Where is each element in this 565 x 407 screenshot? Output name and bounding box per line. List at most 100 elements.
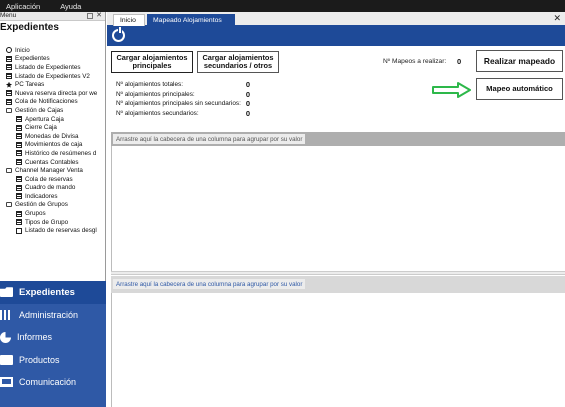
mapeo-automatico-button[interactable]: Mapeo automático [476,78,563,100]
tab-mapeado-alojamientos[interactable]: Mapeado Alojamientos [147,14,235,26]
tree-item[interactable]: Channel Manager Venta [0,166,104,175]
mapeos-label: Nº Mapeos a realizar: [383,58,447,65]
cargar-secundarios-button[interactable]: Cargar alojamientos secundarios / otros [197,51,279,73]
nav-item[interactable]: Productos [0,349,106,372]
green-arrow-icon [432,82,471,98]
tree-item-label: Grupos [25,210,46,218]
group-by-panel-1[interactable]: Arrastre aquí la cabecera de una columna… [111,132,565,146]
grid-icon [16,150,22,157]
monitor-icon [0,377,13,388]
stat-value: 0 [245,80,250,89]
tree-item[interactable]: Inicio [0,46,104,55]
stat-row: Nº alojamientos totales: 0 [116,80,250,91]
nav-item-label: Expedientes [19,286,75,298]
module-nav: Expedientes Administración Informes Product… [0,281,106,407]
group-by-hint-2: Arrastre aquí la cabecera de una columna… [113,279,306,289]
tree-item[interactable]: Cierre Caja [0,123,104,132]
tab-bar: Inicio Mapeado Alojamientos ✕ [107,12,565,26]
tree-item-label: Monedas de Divisa [25,132,79,140]
tab-inicio[interactable]: Inicio [113,14,145,26]
stat-value: 0 [245,89,250,99]
tree-item[interactable]: Movimientos de caja [0,141,104,150]
pin-icon[interactable] [87,13,93,19]
nav-item[interactable]: Expedientes [0,281,106,304]
form-header-bar [107,26,565,46]
tree-item[interactable]: Listado de Expedientes [0,63,104,72]
left-panel-header-label: Menu [0,12,17,19]
tree-item-label: Listado de Expedientes [15,63,81,71]
tree-item[interactable]: Expedientes [0,55,104,64]
pie-chart-icon [0,331,11,343]
tree-item[interactable]: Nueva reserva directa por we [0,89,104,98]
folder-icon [6,168,12,174]
tree-item[interactable]: Cuadro de mando [0,184,104,193]
grid-splitter[interactable] [111,271,565,275]
stat-label: Nº alojamientos principales: [116,90,195,98]
tree-item[interactable]: Grupos [0,209,104,218]
nav-item[interactable]: Administración [0,304,106,327]
cargar-principales-button[interactable]: Cargar alojamientos principales [111,51,193,73]
main-area: Inicio Mapeado Alojamientos ✕ Cargar alo… [107,12,565,407]
tree-item[interactable]: Cuentas Contables [0,158,104,167]
tree-item[interactable]: Apertura Caja [0,115,104,124]
mapeos-value: 0 [457,57,462,66]
close-tab-icon[interactable]: ✕ [553,13,561,24]
stat-value: 0 [245,108,250,118]
tree-item[interactable]: Cola de reservas [0,175,104,184]
grid-icon [16,116,22,123]
grid-secundarios[interactable] [111,293,565,407]
tree-item-label: Nueva reserva directa por we [15,89,98,97]
bar-chart-icon [0,309,13,320]
tree-item[interactable]: PC Tareas [0,80,104,89]
tree-item-label: Listado de reservas desgl [25,227,97,235]
nav-item[interactable]: Informes [0,326,106,349]
tree-item[interactable]: Cola de Notificaciones [0,98,104,107]
grid-icon [16,193,22,200]
tree-item-label: Listado de Expedientes V2 [15,72,90,80]
power-icon [6,47,12,54]
realizar-mapeado-button[interactable]: Realizar mapeado [476,50,563,72]
nav-item[interactable]: Comunicación [0,371,106,394]
nav-item-label: Administración [19,309,79,320]
grid-icon [6,98,12,105]
tree-item[interactable]: Listado de reservas desgl [0,226,104,235]
tree-item-label: Cola de Notificaciones [15,98,78,106]
tree-item[interactable]: Monedas de Divisa [0,132,104,141]
app-window: Aplicación Ayuda Menu ✕ Expedientes Inic… [0,0,565,407]
tree-item[interactable]: Listado de Expedientes V2 [0,72,104,81]
tree-item-label: Movimientos de caja [25,141,83,149]
close-panel-icon[interactable]: ✕ [96,11,102,19]
grid-icon [16,219,22,226]
tree-item-label: Inicio [15,46,30,54]
tree-item[interactable]: Histórico de resúmenes d [0,149,104,158]
tree-item-label: PC Tareas [15,81,45,89]
folder-icon [0,287,13,298]
stats-panel: Nº alojamientos totales: 0 Nº alojamient… [116,80,250,119]
tree-item[interactable]: Gestión de Cajas [0,106,104,115]
left-panel-title: Expedientes [0,22,59,33]
grid-icon [16,133,22,140]
tree-item-label: Cola de reservas [25,175,73,183]
stat-label: Nº alojamientos totales: [116,81,183,88]
cargar-secundarios-label-2: secundarios / otros [203,61,273,70]
nav-item-label: Productos [19,354,60,365]
group-by-hint-1: Arrastre aquí la cabecera de una columna… [113,134,306,144]
nav-item-label: Informes [17,332,53,343]
tree-item-label: Channel Manager Venta [15,167,83,175]
folder-icon [6,107,12,113]
tree-item[interactable]: Tipos de Grupo [0,218,104,227]
stat-row: Nº alojamientos principales: 0 [116,89,250,101]
stat-label: Nº alojamientos principales sin secundar… [116,100,241,107]
tree-item[interactable]: Indicadores [0,192,104,201]
grid-icon [16,141,22,148]
grid-principales[interactable] [111,146,565,271]
menu-aplicacion[interactable]: Aplicación [6,2,40,11]
menu-ayuda[interactable]: Ayuda [60,2,81,11]
grid-icon [16,176,22,183]
nav-item-label: Comunicación [19,377,77,388]
group-by-panel-2[interactable]: Arrastre aquí la cabecera de una columna… [111,276,565,293]
grid-icon [6,55,12,62]
tree-item[interactable]: Gestión de Grupos [0,201,104,210]
pc-icon [6,81,12,88]
power-icon[interactable] [112,27,125,42]
